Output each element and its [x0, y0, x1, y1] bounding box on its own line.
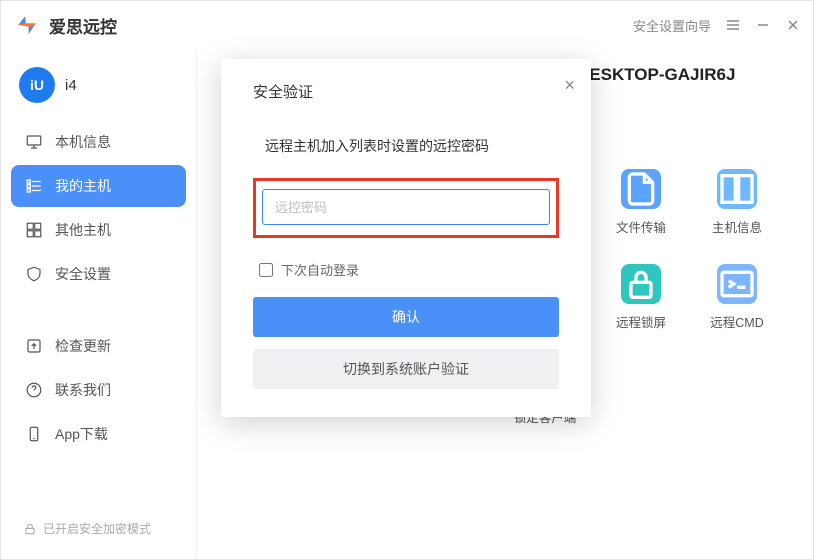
dialog-subtitle: 远程主机加入列表时设置的远控密码 — [253, 136, 559, 156]
dialog-title: 安全验证 — [253, 81, 559, 102]
security-dialog: 安全验证 × 远程主机加入列表时设置的远控密码 下次自动登录 确认 切换到系统账… — [221, 59, 591, 417]
auto-login-checkbox[interactable] — [259, 263, 273, 277]
switch-auth-button[interactable]: 切换到系统账户验证 — [253, 349, 559, 389]
password-input[interactable] — [262, 189, 550, 225]
auto-login-label: 下次自动登录 — [281, 260, 359, 279]
auto-login-row[interactable]: 下次自动登录 — [253, 260, 559, 279]
password-highlight-box — [253, 178, 559, 238]
dialog-overlay: 安全验证 × 远程主机加入列表时设置的远控密码 下次自动登录 确认 切换到系统账… — [1, 1, 813, 559]
confirm-button[interactable]: 确认 — [253, 297, 559, 337]
dialog-close-icon[interactable]: × — [564, 75, 575, 96]
